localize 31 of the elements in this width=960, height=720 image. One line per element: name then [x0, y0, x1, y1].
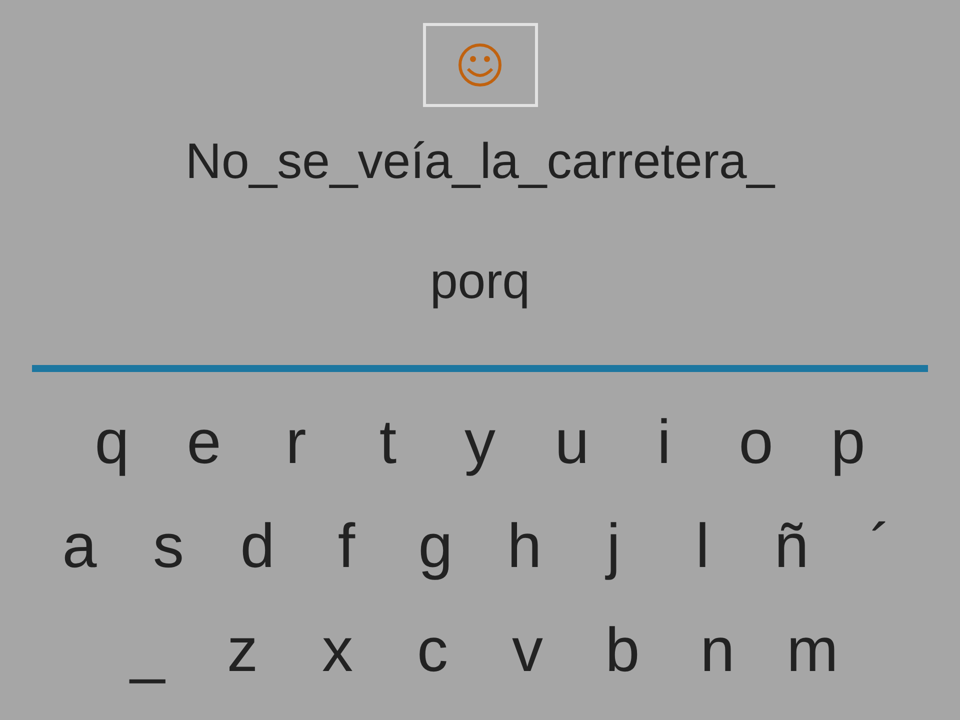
key-button[interactable]: x [290, 615, 385, 687]
key-button[interactable]: ´ [836, 511, 925, 583]
key-button[interactable]: g [391, 511, 480, 583]
key-button[interactable]: o [710, 407, 802, 479]
sentence-text: No_se_veía_la_carretera_ [185, 132, 775, 191]
key-button[interactable]: p [802, 407, 894, 479]
key-button[interactable]: v [480, 615, 575, 687]
key-button[interactable]: y [434, 407, 526, 479]
key-button[interactable]: z [195, 615, 290, 687]
smiley-icon [457, 42, 503, 88]
key-button[interactable]: f [302, 511, 391, 583]
answer-text: porq [430, 252, 530, 311]
key-button[interactable]: ñ [747, 511, 836, 583]
key-button[interactable]: n [670, 615, 765, 687]
key-button[interactable]: l [658, 511, 747, 583]
key-button[interactable]: d [213, 511, 302, 583]
key-button[interactable]: e [158, 407, 250, 479]
key-button[interactable]: b [575, 615, 670, 687]
key-button[interactable]: a [35, 511, 124, 583]
key-button[interactable]: u [526, 407, 618, 479]
hint-button[interactable] [422, 23, 538, 107]
key-button[interactable]: s [124, 511, 213, 583]
key-button[interactable]: h [480, 511, 569, 583]
key-button[interactable]: j [569, 511, 658, 583]
key-button[interactable]: _ [100, 615, 195, 687]
key-button[interactable]: q [66, 407, 158, 479]
key-button[interactable]: m [765, 615, 860, 687]
key-button[interactable]: c [385, 615, 480, 687]
key-button[interactable]: i [618, 407, 710, 479]
key-button[interactable]: t [342, 407, 434, 479]
key-button[interactable]: r [250, 407, 342, 479]
